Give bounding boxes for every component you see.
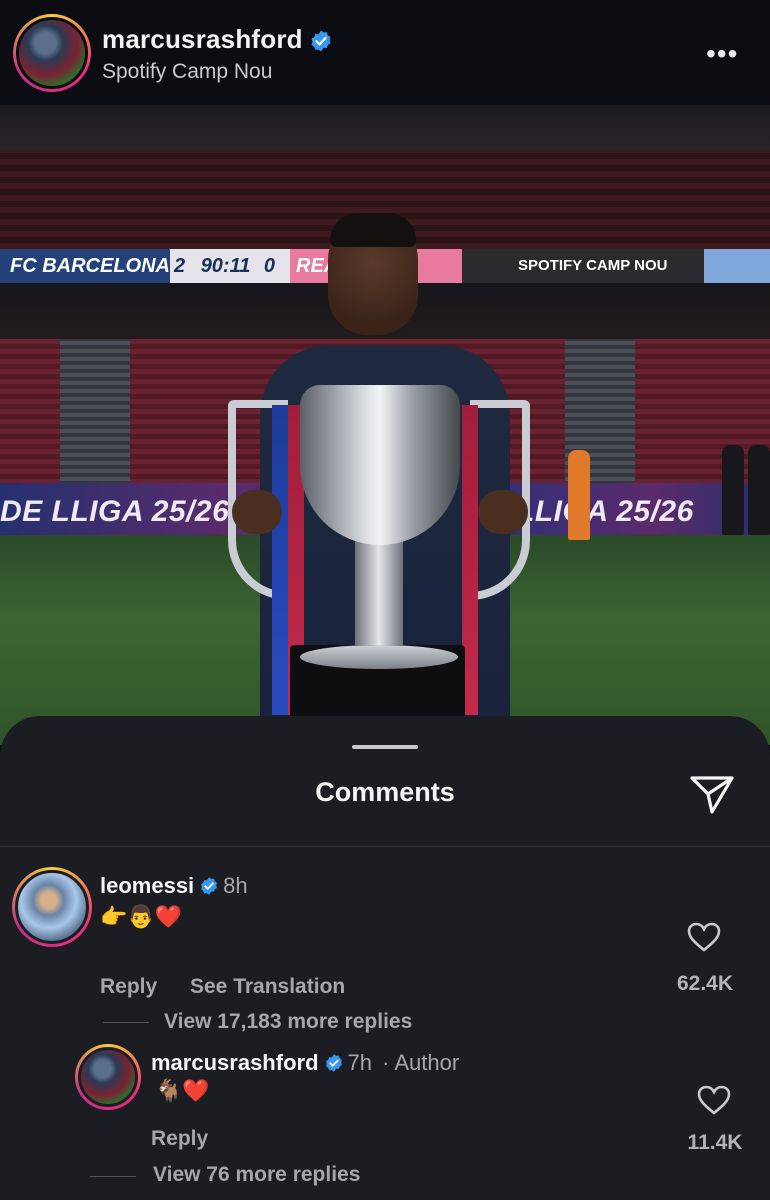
like-count: 62.4K [676,972,734,995]
author-label: · Author [382,1050,460,1075]
replies-line [90,1176,136,1177]
reply-username[interactable]: marcusrashford 7h · Author [151,1050,459,1076]
steward-figure [568,450,590,540]
scoreboard-score: 2 90:11 0 [170,249,290,283]
post-username-text[interactable]: marcusrashford [102,24,303,54]
stand-staircase [60,339,130,489]
verified-badge-icon [311,30,331,52]
reply-username-text[interactable]: marcusrashford [151,1050,319,1075]
replies-line [103,1022,149,1023]
reply-button[interactable]: Reply [100,975,157,999]
scoreboard-sponsor: SPOTIFY CAMP NOU [462,249,704,283]
comments-sheet: Comments leomessi 8h 👉👨❤️ 62.4K Reply Se… [0,716,770,1200]
verified-badge-icon [201,877,218,895]
commenter-avatar[interactable] [12,867,92,947]
score-away: 0 [263,255,276,277]
board-text-left: DE LLIGA 25/26 [0,495,230,528]
trophy-ribbon-blue [272,405,288,715]
sheet-divider [0,846,770,847]
scoreboard-crest [704,249,770,283]
post-photo[interactable]: FC BARCELONA 2 90:11 0 REAL SPOTIFY CAMP… [0,105,770,745]
scoreboard-home: FC BARCELONA [0,249,170,283]
post-username[interactable]: marcusrashford [102,24,333,55]
reply-text: 🐐❤️ [155,1078,210,1103]
view-replies-button[interactable]: View 17,183 more replies [164,1010,412,1034]
comments-title: Comments [315,777,455,807]
trophy-cup [300,385,460,545]
staff-figure [722,445,744,535]
stadium-roof [0,105,770,150]
post-header: marcusrashford Spotify Camp Nou ••• [0,0,770,105]
send-icon[interactable] [688,772,736,816]
reply-avatar[interactable] [75,1044,141,1110]
post-location[interactable]: Spotify Camp Nou [102,60,272,84]
profile-avatar[interactable] [13,14,91,92]
more-horizontal-icon[interactable]: ••• [706,38,738,70]
verified-badge-icon [325,1054,342,1072]
like-count: 11.4K [687,1131,743,1154]
comment-time: 8h [223,873,248,898]
see-translation-button[interactable]: See Translation [190,975,345,999]
player-hand-right [478,490,528,534]
comment-username-text[interactable]: leomessi [100,873,194,898]
view-replies-button[interactable]: View 76 more replies [153,1163,360,1187]
trophy-ring [300,645,458,669]
staff-figure [748,445,770,535]
score-clock: 90:11 [200,255,251,277]
player-hand-left [232,490,282,534]
reply-button[interactable]: Reply [151,1127,208,1151]
sheet-grab-handle[interactable] [352,745,418,749]
score-home: 2 [174,255,186,277]
comment-text: 👉👨❤️ [100,904,183,929]
heart-icon[interactable] [696,1084,732,1116]
player-hair [330,213,416,247]
heart-icon[interactable] [686,921,722,953]
board-text-right: LLIGA 25/26 [516,495,694,528]
reply-time: 7h [347,1050,372,1075]
comment-username[interactable]: leomessi 8h [100,873,248,899]
